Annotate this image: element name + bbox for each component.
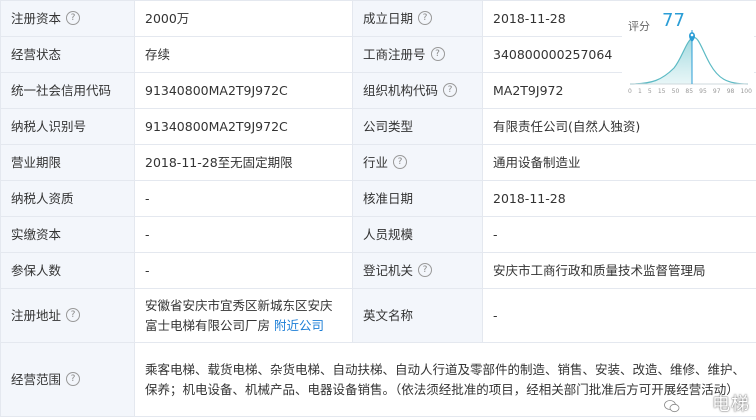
help-icon[interactable]: ?: [66, 11, 81, 25]
label-insured-count: 参保人数: [0, 252, 135, 289]
value-insured-count: -: [134, 252, 353, 289]
value-paid-capital: -: [134, 216, 353, 253]
value-staff-size: -: [482, 216, 756, 253]
help-icon[interactable]: ?: [418, 263, 433, 277]
label-taxpayer-id: 纳税人识别号: [0, 108, 135, 145]
value-registration-authority: 安庆市工商行政和质量技术监督管理局: [482, 252, 756, 289]
score-area: [630, 38, 692, 84]
value-registered-address: 安徽省安庆市宜秀区新城东区安庆富士电梯有限公司厂房 附近公司: [134, 288, 353, 343]
value-registered-capital: 2000万: [134, 0, 353, 37]
score-tick: 95: [699, 88, 707, 95]
score-tick: 5: [647, 88, 652, 95]
label-taxpayer-qualification: 纳税人资质: [0, 180, 135, 217]
help-icon[interactable]: ?: [443, 83, 458, 97]
score-tick: 97: [712, 88, 721, 95]
table-row: 经营范围? 乘客电梯、载货电梯、杂货电梯、自动扶梯、自动人行道及零部件的制造、销…: [0, 342, 756, 417]
label-industry: 行业?: [352, 144, 483, 181]
label-english-name: 英文名称: [352, 288, 483, 343]
value-business-scope: 乘客电梯、载货电梯、杂货电梯、自动扶梯、自动人行道及零部件的制造、销售、安装、改…: [134, 342, 756, 417]
label-paid-capital: 实缴资本: [0, 216, 135, 253]
label-staff-size: 人员规模: [352, 216, 483, 253]
score-tick: 98: [726, 88, 735, 95]
table-row: 纳税人资质 - 核准日期 2018-11-28: [0, 180, 756, 217]
score-tick: 0: [628, 88, 632, 95]
table-row: 注册地址? 安徽省安庆市宜秀区新城东区安庆富士电梯有限公司厂房 附近公司 英文名称…: [0, 288, 756, 343]
label-registered-address: 注册地址?: [0, 288, 135, 343]
label-credit-code: 统一社会信用代码: [0, 72, 135, 109]
table-row: 实缴资本 - 人员规模 -: [0, 216, 756, 253]
score-ticks: 0 1 5 15 50 85 95 97 98 100: [628, 88, 752, 95]
score-tick: 50: [671, 88, 680, 95]
value-industry: 通用设备制造业: [482, 144, 756, 181]
label-org-code: 组织机构代码?: [352, 72, 483, 109]
nearby-companies-link[interactable]: 附近公司: [274, 318, 324, 333]
table-row: 纳税人识别号 91340800MA2T9J972C 公司类型 有限责任公司(自然…: [0, 108, 756, 145]
table-row: 营业期限 2018-11-28至无固定期限 行业? 通用设备制造业: [0, 144, 756, 181]
label-established-date: 成立日期?: [352, 0, 483, 37]
score-tick: 15: [657, 88, 666, 95]
score-tick: 1: [637, 88, 642, 95]
value-credit-code: 91340800MA2T9J972C: [134, 72, 353, 109]
label-business-scope: 经营范围?: [0, 342, 135, 417]
value-business-term: 2018-11-28至无固定期限: [134, 144, 353, 181]
label-company-type: 公司类型: [352, 108, 483, 145]
score-widget[interactable]: 评分 77 0 1 5 15 50 85 95 97 98 100: [622, 2, 754, 102]
label-business-term: 营业期限: [0, 144, 135, 181]
value-english-name: -: [482, 288, 756, 343]
help-icon[interactable]: ?: [393, 155, 408, 169]
score-curve: [629, 30, 749, 85]
help-icon[interactable]: ?: [66, 308, 81, 322]
value-approval-date: 2018-11-28: [482, 180, 756, 217]
label-registration-number: 工商注册号?: [352, 36, 483, 73]
label-registration-authority: 登记机关?: [352, 252, 483, 289]
value-taxpayer-qualification: -: [134, 180, 353, 217]
label-registered-capital: 注册资本?: [0, 0, 135, 37]
score-tick: 100: [740, 88, 752, 95]
wechat-icon: [664, 400, 680, 413]
help-icon[interactable]: ?: [430, 47, 445, 61]
table-row: 参保人数 - 登记机关? 安庆市工商行政和质量技术监督管理局: [0, 252, 756, 289]
watermark: 电梯: [712, 394, 750, 415]
help-icon[interactable]: ?: [66, 372, 81, 386]
value-business-status: 存续: [134, 36, 353, 73]
value-company-type: 有限责任公司(自然人独资): [482, 108, 756, 145]
score-tick: 85: [685, 88, 694, 95]
value-taxpayer-id: 91340800MA2T9J972C: [134, 108, 353, 145]
help-icon[interactable]: ?: [418, 11, 433, 25]
label-business-status: 经营状态: [0, 36, 135, 73]
label-approval-date: 核准日期: [352, 180, 483, 217]
